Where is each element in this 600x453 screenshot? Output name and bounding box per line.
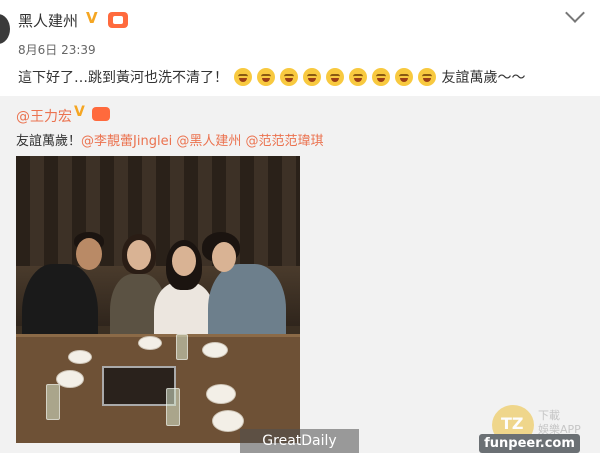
repost-author-link[interactable]: @王力宏 bbox=[16, 106, 72, 126]
drinking-glass bbox=[46, 384, 60, 420]
laugh-cry-emoji-icon bbox=[418, 68, 436, 86]
member-badge-icon bbox=[108, 12, 128, 28]
member-badge-icon bbox=[92, 107, 110, 121]
verified-icon: V bbox=[74, 104, 85, 120]
tea-cup bbox=[68, 350, 92, 364]
mention-link[interactable]: @李靚蕾Jinglei bbox=[81, 134, 172, 149]
laugh-cry-emoji-icon bbox=[234, 68, 252, 86]
post-timestamp[interactable]: 8月6日 23:39 bbox=[18, 41, 96, 58]
verified-icon: V bbox=[86, 9, 98, 27]
drinking-glass bbox=[176, 334, 188, 360]
tea-cup bbox=[202, 342, 228, 358]
mention-link[interactable]: @范范范瑋琪 bbox=[245, 134, 323, 149]
repost-body-text: 友誼萬歲！ bbox=[16, 134, 82, 149]
tea-cup bbox=[56, 370, 84, 388]
person-head bbox=[127, 240, 151, 270]
drinking-glass bbox=[166, 388, 180, 426]
post-body-text: 這下好了…跳到黃河也洗不清了！ bbox=[18, 70, 228, 86]
tea-cup bbox=[206, 384, 236, 404]
laugh-cry-emoji-icon bbox=[349, 68, 367, 86]
app-watermark-line1: 下載 bbox=[538, 409, 560, 422]
laugh-cry-emoji-icon bbox=[372, 68, 390, 86]
repost-card[interactable]: @王力宏 V 友誼萬歲！@李靚蕾Jinglei @黑人建州 @范范范瑋琪 bbox=[0, 96, 600, 453]
chevron-down-icon[interactable] bbox=[565, 3, 585, 23]
avatar[interactable] bbox=[0, 14, 10, 44]
person-head bbox=[172, 246, 196, 276]
post-trailing-text: 友誼萬歲～～ bbox=[441, 70, 526, 86]
person-head bbox=[76, 238, 102, 270]
photo-background-blinds bbox=[16, 156, 300, 266]
greatdaily-watermark: GreatDaily bbox=[240, 429, 359, 453]
mention-link[interactable]: @黑人建州 bbox=[176, 134, 241, 149]
post-photo[interactable] bbox=[16, 156, 300, 443]
post-text: 這下好了…跳到黃河也洗不清了！ 友誼萬歲～～ bbox=[18, 66, 526, 88]
app-watermark-text: 下載 娛樂APP bbox=[538, 409, 581, 437]
tea-cup bbox=[138, 336, 162, 350]
laugh-cry-emoji-icon bbox=[326, 68, 344, 86]
table-tray bbox=[102, 366, 176, 406]
person-head bbox=[212, 242, 236, 272]
repost-text: 友誼萬歲！@李靚蕾Jinglei @黑人建州 @范范范瑋琪 bbox=[16, 130, 324, 149]
username-link[interactable]: 黑人建州 bbox=[18, 10, 78, 31]
laugh-cry-emoji-icon bbox=[303, 68, 321, 86]
laugh-cry-emoji-icon bbox=[257, 68, 275, 86]
laugh-cry-emoji-icon bbox=[280, 68, 298, 86]
laugh-cry-emoji-icon bbox=[395, 68, 413, 86]
weibo-post: 黑人建州 V 8月6日 23:39 這下好了…跳到黃河也洗不清了！ 友誼萬歲～～… bbox=[0, 0, 600, 453]
funpeer-watermark: funpeer.com bbox=[479, 434, 580, 453]
